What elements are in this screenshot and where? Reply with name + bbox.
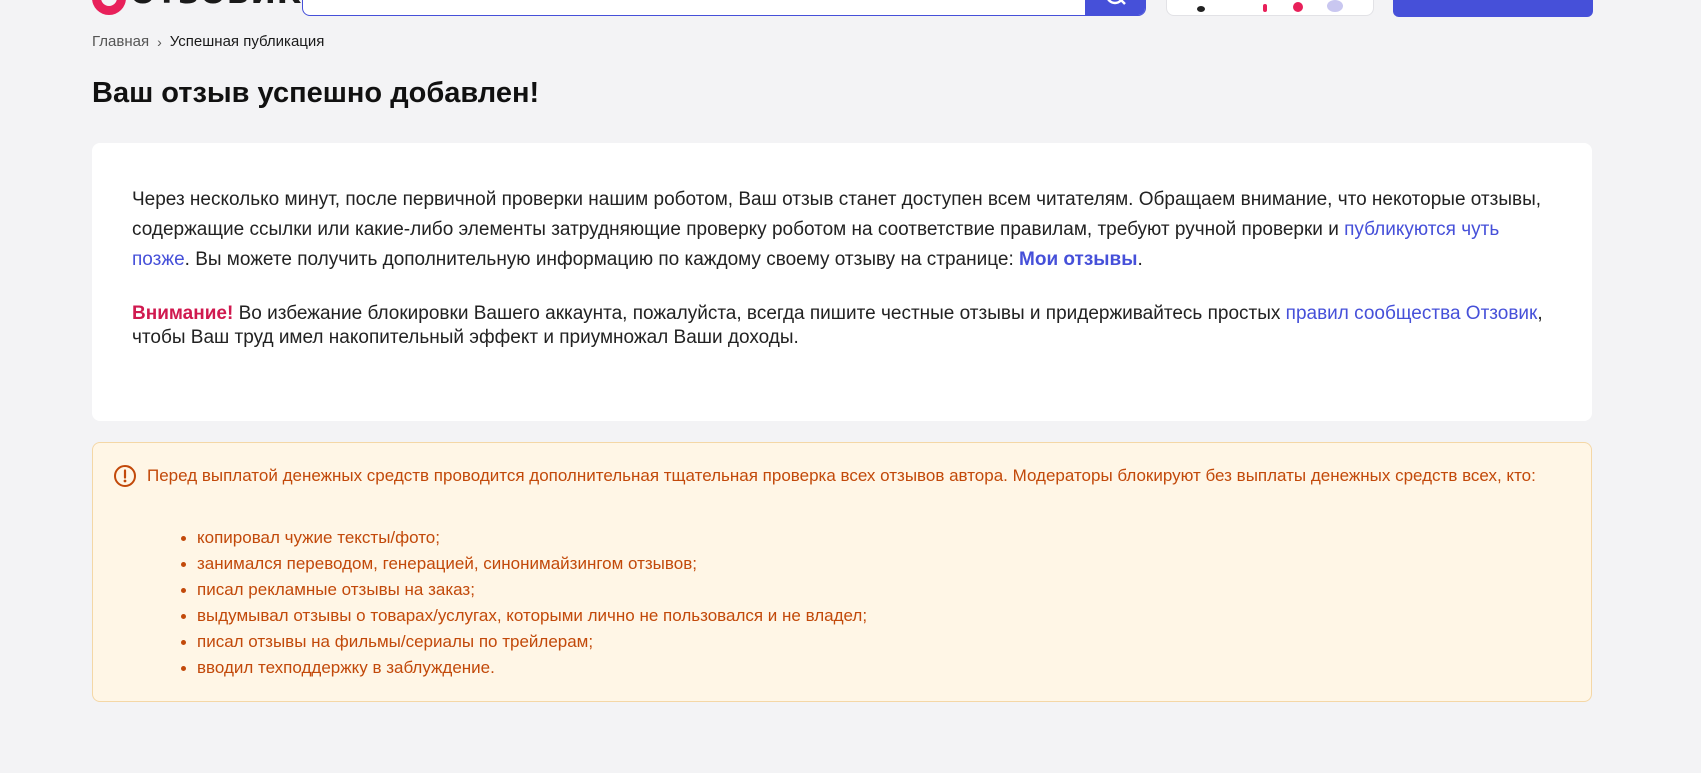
social-icon[interactable]: [1293, 2, 1303, 12]
social-login-box[interactable]: [1166, 0, 1374, 16]
breadcrumb: Главная › Успешная публикация: [92, 33, 324, 50]
breadcrumb-current: Успешная публикация: [169, 33, 325, 50]
search-button[interactable]: [1085, 0, 1145, 15]
header-action-button[interactable]: [1393, 0, 1593, 17]
success-info-card: Через несколько минут, после первичной п…: [92, 143, 1592, 421]
search-input[interactable]: [317, 0, 1081, 15]
breadcrumb-home-link[interactable]: Главная: [92, 33, 149, 50]
social-icon[interactable]: [1263, 4, 1267, 12]
list-item: писал рекламные отзывы на заказ;: [180, 577, 867, 603]
list-item: выдумывал отзывы о товарах/услугах, кото…: [180, 603, 867, 629]
site-logo[interactable]: ОТЗОВИК: [92, 0, 302, 15]
list-item: копировал чужие тексты/фото;: [180, 525, 867, 551]
list-item: вводил техподдержку в заблуждение.: [180, 655, 867, 681]
logo-circle-icon: [92, 0, 126, 15]
violations-list: копировал чужие тексты/фото; занимался п…: [180, 525, 867, 681]
social-icon[interactable]: [1197, 6, 1205, 12]
attention-paragraph: Внимание! Во избежание блокировки Вашего…: [132, 302, 1552, 350]
page-title: Ваш отзыв успешно добавлен!: [92, 77, 540, 109]
top-header: ОТЗОВИК: [0, 0, 1701, 18]
community-rules-link[interactable]: правил сообщества Отзовик: [1286, 303, 1538, 324]
info-text-after: . Вы можете получить дополнительную инфо…: [184, 249, 1020, 270]
breadcrumb-separator: ›: [157, 33, 162, 50]
list-item: занимался переводом, генерацией, синоним…: [180, 551, 867, 577]
my-reviews-link[interactable]: Мои отзывы: [1019, 249, 1137, 270]
search-bar: [302, 0, 1146, 16]
warning-text: Перед выплатой денежных средств проводит…: [147, 466, 1536, 485]
attention-label: Внимание!: [132, 303, 234, 324]
info-text: Через несколько минут, после первичной п…: [132, 189, 1542, 240]
exclamation-circle-icon: [114, 465, 136, 487]
info-period: .: [1137, 249, 1143, 270]
search-icon: [1107, 0, 1126, 5]
social-icon[interactable]: [1327, 0, 1343, 12]
info-paragraph: Через несколько минут, после первичной п…: [132, 185, 1552, 275]
list-item: писал отзывы на фильмы/сериалы по трейле…: [180, 629, 867, 655]
logo-text: ОТЗОВИК: [130, 0, 302, 11]
attention-text: Во избежание блокировки Вашего аккаунта,…: [233, 303, 1286, 324]
moderation-warning-alert: Перед выплатой денежных средств проводит…: [92, 442, 1592, 702]
